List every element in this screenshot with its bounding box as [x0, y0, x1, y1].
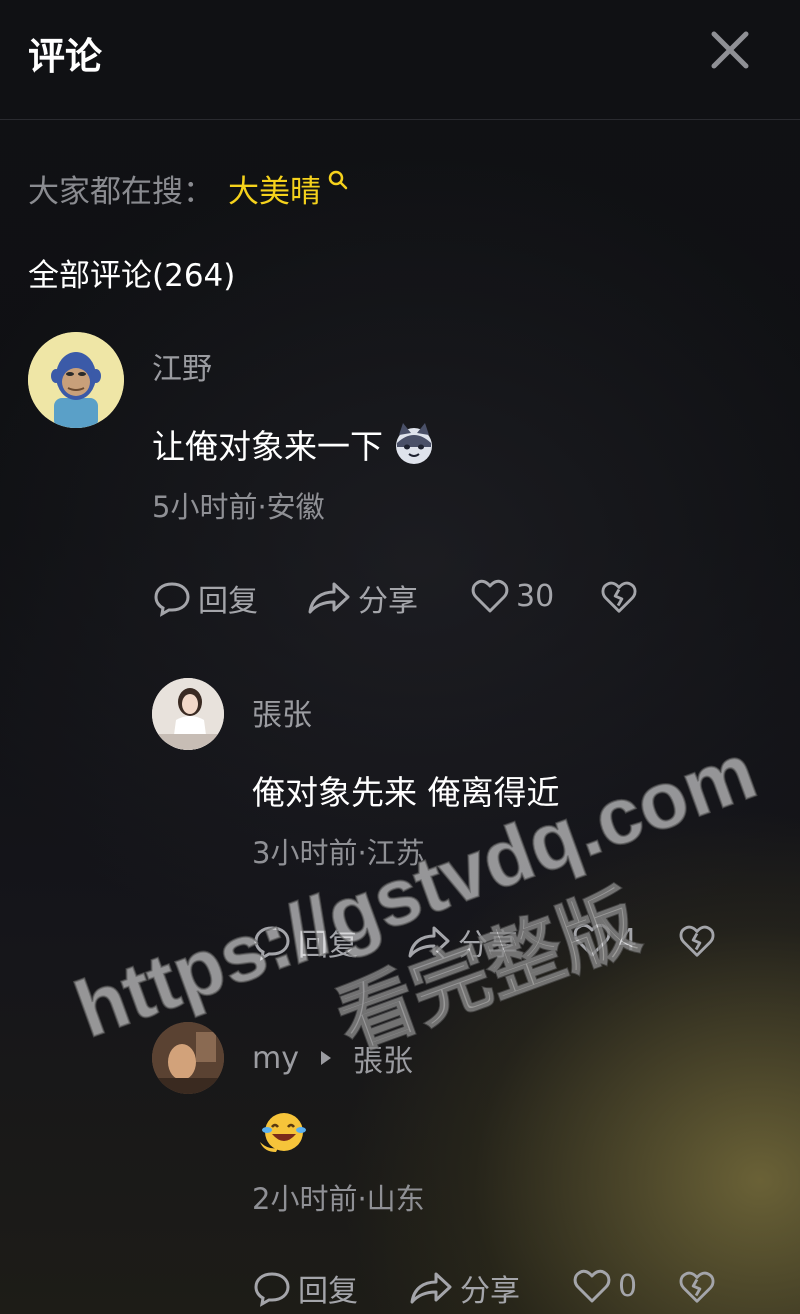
share-button[interactable]: 分享 [408, 1266, 520, 1310]
ape-avatar-image [28, 332, 124, 428]
trending-search-label: 大家都在搜： [28, 173, 214, 210]
share-icon [410, 1272, 452, 1304]
share-label: 分享 [460, 1274, 520, 1309]
heart-icon [573, 923, 611, 957]
share-button[interactable]: 分享 [406, 920, 518, 964]
reply-button[interactable]: 回复 [252, 920, 358, 964]
reply-icon [254, 926, 290, 961]
all-comments-title: 全部评论(264) [28, 258, 236, 294]
page-title: 评论 [28, 35, 102, 78]
comment-text [258, 1108, 312, 1162]
like-button[interactable]: 30 [470, 576, 554, 616]
avatar[interactable] [28, 332, 124, 428]
close-icon [711, 31, 749, 69]
reply-label: 回复 [298, 928, 358, 963]
share-icon [308, 582, 350, 614]
reply-icon [254, 1272, 290, 1307]
like-count: 4 [618, 922, 638, 958]
comments-header: 评论 [0, 0, 800, 120]
reply-button[interactable]: 回复 [252, 1266, 358, 1310]
girl-avatar-image [152, 678, 224, 750]
broken-heart-icon [679, 1271, 715, 1303]
dislike-button[interactable] [600, 578, 638, 620]
like-button[interactable]: 0 [572, 1266, 637, 1306]
broken-heart-icon [679, 925, 715, 957]
trending-search-term[interactable]: 大美晴 [228, 166, 321, 211]
comment-meta: 3小时前·江苏 [252, 836, 425, 870]
reply-icon [154, 582, 190, 617]
comment-username[interactable]: 張张 [252, 690, 312, 734]
comment-meta: 5小时前·安徽 [152, 490, 325, 524]
cat-emoji-icon [396, 423, 432, 464]
like-count: 30 [516, 578, 555, 614]
user-avatar-image [152, 1022, 224, 1094]
share-label: 分享 [358, 584, 418, 619]
laughing-emoji-icon [260, 1113, 306, 1152]
comment-username[interactable]: 江野 [152, 344, 212, 388]
avatar[interactable] [152, 678, 224, 750]
comment-username[interactable]: my [252, 1041, 299, 1076]
like-count: 0 [618, 1268, 638, 1304]
heart-icon [573, 1269, 611, 1303]
search-icon [328, 170, 348, 190]
broken-heart-icon [601, 581, 637, 613]
reply-button[interactable]: 回复 [152, 576, 258, 620]
share-button[interactable]: 分享 [306, 576, 418, 620]
reply-to-username[interactable]: 張张 [353, 1036, 413, 1080]
reply-label: 回复 [298, 1274, 358, 1309]
comment-meta: 2小时前·山东 [252, 1182, 425, 1216]
comment-text: 让俺对象来一下 [152, 420, 437, 468]
close-button[interactable] [708, 28, 752, 72]
heart-icon [471, 579, 509, 613]
like-button[interactable]: 4 [572, 920, 637, 960]
reply-thread-header: my 張张 [252, 1036, 413, 1080]
trending-search[interactable]: 大家都在搜： 大美晴 [28, 166, 349, 211]
reply-label: 回复 [198, 584, 258, 619]
avatar[interactable] [152, 1022, 224, 1094]
share-label: 分享 [458, 928, 518, 963]
share-icon [408, 926, 450, 958]
dislike-button[interactable] [678, 922, 716, 964]
comment-text-content: 让俺对象来一下 [152, 427, 383, 466]
dislike-button[interactable] [678, 1268, 716, 1310]
caret-right-icon [320, 1051, 331, 1065]
comment-text: 俺对象先来 俺离得近 [252, 773, 560, 812]
